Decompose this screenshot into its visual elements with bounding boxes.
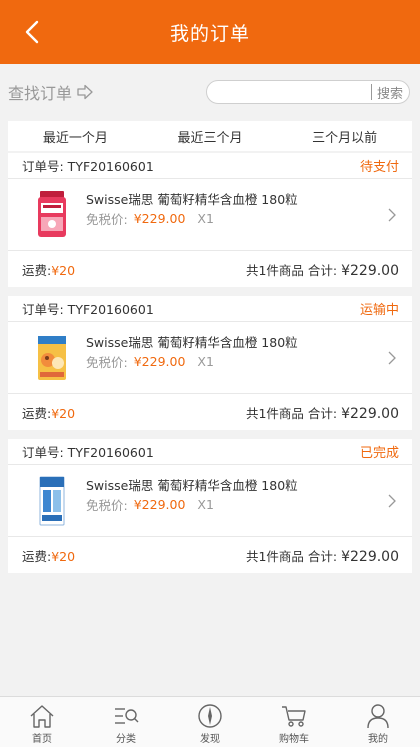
category-icon xyxy=(115,708,139,724)
arrow-right-icon xyxy=(77,84,93,100)
total-amount: ¥229.00 xyxy=(341,262,399,279)
order-total: 共1件商品 合计: ¥229.00 xyxy=(246,546,399,565)
order-period-tabs: 最近一个月 最近三个月 三个月以前 xyxy=(8,121,412,151)
nav-category[interactable]: 分类 xyxy=(84,697,168,747)
duty-free-price-label: 免税价: xyxy=(86,212,128,227)
nav-label-category: 分类 xyxy=(116,734,136,745)
tab-last-month[interactable]: 最近一个月 xyxy=(8,127,143,146)
page-title: 我的订单 xyxy=(169,22,250,45)
price-row: 免税价: ¥229.00 X1 xyxy=(86,209,214,228)
order-number: 订单号: TYF20160601 xyxy=(22,159,154,174)
product-quantity: X1 xyxy=(197,497,214,512)
search-box: 搜索 xyxy=(206,80,410,104)
shipping-label: 运费: xyxy=(22,548,52,564)
total-amount: ¥229.00 xyxy=(341,548,399,565)
find-order-label: 查找订单 xyxy=(8,84,73,103)
total-amount: ¥229.00 xyxy=(341,405,399,422)
order-total: 共1件商品 合计: ¥229.00 xyxy=(246,260,399,279)
order-product-row[interactable]: Swisse瑞思 葡萄籽精华含血橙 180粒 免税价: ¥229.00 X1 xyxy=(8,179,412,251)
nav-cart[interactable]: 购物车 xyxy=(252,697,336,747)
nav-label-profile: 我的 xyxy=(368,734,388,745)
shipping-value: ¥20 xyxy=(51,548,76,564)
shipping-fee: 运费:¥20 xyxy=(22,403,75,422)
nav-discover[interactable]: 发现 xyxy=(168,697,252,747)
order-card[interactable]: 订单号: TYF20160601 待支付 Swisse瑞思 葡萄籽精华含血橙 1… xyxy=(8,153,412,287)
order-footer: 运费:¥20 共1件商品 合计: ¥229.00 xyxy=(8,251,412,287)
item-count: 共1件商品 xyxy=(245,262,304,278)
nav-label-home: 首页 xyxy=(32,734,52,745)
search-input[interactable] xyxy=(211,82,351,102)
nav-label-cart: 购物车 xyxy=(279,734,309,745)
nav-profile[interactable]: 我的 xyxy=(336,697,420,747)
product-price: ¥229.00 xyxy=(133,354,186,369)
product-quantity: X1 xyxy=(197,354,214,369)
product-name: Swisse瑞思 葡萄籽精华含血橙 180粒 xyxy=(86,335,298,350)
price-row: 免税价: ¥229.00 X1 xyxy=(86,352,214,371)
nav-label-discover: 发现 xyxy=(200,734,220,745)
order-status: 已完成 xyxy=(359,446,399,461)
product-price: ¥229.00 xyxy=(133,497,186,512)
product-thumbnail xyxy=(38,336,66,380)
tab-last-three-months[interactable]: 最近三个月 xyxy=(143,127,278,146)
search-button[interactable]: 搜索 xyxy=(377,83,403,102)
order-status: 待支付 xyxy=(359,160,399,175)
cart-icon xyxy=(282,706,306,727)
find-order-link[interactable]: 查找订单 xyxy=(8,80,94,104)
app-header: 我的订单 xyxy=(0,0,420,64)
chevron-left-icon xyxy=(25,20,39,44)
total-label: 合计: xyxy=(307,405,338,421)
shipping-label: 运费: xyxy=(22,262,52,278)
product-name: Swisse瑞思 葡萄籽精华含血橙 180粒 xyxy=(86,192,298,207)
product-thumbnail xyxy=(39,476,65,526)
total-label: 合计: xyxy=(307,262,338,278)
order-header: 订单号: TYF20160601 已完成 xyxy=(8,439,412,465)
total-label: 合计: xyxy=(307,548,338,564)
bottom-nav: 首页 分类 发现 购物车 我的 xyxy=(0,696,420,747)
order-status: 运输中 xyxy=(359,303,399,318)
item-count: 共1件商品 xyxy=(245,548,304,564)
shipping-fee: 运费:¥20 xyxy=(22,260,75,279)
order-product-row[interactable]: Swisse瑞思 葡萄籽精华含血橙 180粒 免税价: ¥229.00 X1 xyxy=(8,322,412,394)
chevron-right-icon xyxy=(388,351,396,365)
search-row: 查找订单 搜索 xyxy=(0,72,420,112)
back-button[interactable] xyxy=(18,18,46,46)
order-header: 订单号: TYF20160601 运输中 xyxy=(8,296,412,322)
shipping-label: 运费: xyxy=(22,405,52,421)
compass-icon xyxy=(198,704,222,728)
nav-home[interactable]: 首页 xyxy=(0,697,84,747)
product-thumbnail xyxy=(38,191,66,237)
shipping-value: ¥20 xyxy=(51,262,76,278)
duty-free-price-label: 免税价: xyxy=(86,498,128,513)
chevron-right-icon xyxy=(388,208,396,222)
product-quantity: X1 xyxy=(197,211,214,226)
chevron-right-icon xyxy=(388,494,396,508)
duty-free-price-label: 免税价: xyxy=(86,355,128,370)
order-card[interactable]: 订单号: TYF20160601 运输中 Swisse瑞思 葡萄籽精华含血橙 1… xyxy=(8,296,412,430)
tab-older-than-three-months[interactable]: 三个月以前 xyxy=(277,127,412,146)
search-divider xyxy=(371,84,372,100)
order-footer: 运费:¥20 共1件商品 合计: ¥229.00 xyxy=(8,394,412,430)
user-icon xyxy=(367,704,389,729)
price-row: 免税价: ¥229.00 X1 xyxy=(86,495,214,514)
product-name: Swisse瑞思 葡萄籽精华含血橙 180粒 xyxy=(86,478,298,493)
item-count: 共1件商品 xyxy=(245,405,304,421)
order-number: 订单号: TYF20160601 xyxy=(22,302,154,317)
order-product-row[interactable]: Swisse瑞思 葡萄籽精华含血橙 180粒 免税价: ¥229.00 X1 xyxy=(8,465,412,537)
shipping-fee: 运费:¥20 xyxy=(22,546,75,565)
product-price: ¥229.00 xyxy=(133,211,186,226)
home-icon xyxy=(30,705,54,728)
order-total: 共1件商品 合计: ¥229.00 xyxy=(246,403,399,422)
shipping-value: ¥20 xyxy=(51,405,76,421)
order-number: 订单号: TYF20160601 xyxy=(22,445,154,460)
order-header: 订单号: TYF20160601 待支付 xyxy=(8,153,412,179)
order-card[interactable]: 订单号: TYF20160601 已完成 Swisse瑞思 葡萄籽精华含血橙 1… xyxy=(8,439,412,573)
order-footer: 运费:¥20 共1件商品 合计: ¥229.00 xyxy=(8,537,412,573)
